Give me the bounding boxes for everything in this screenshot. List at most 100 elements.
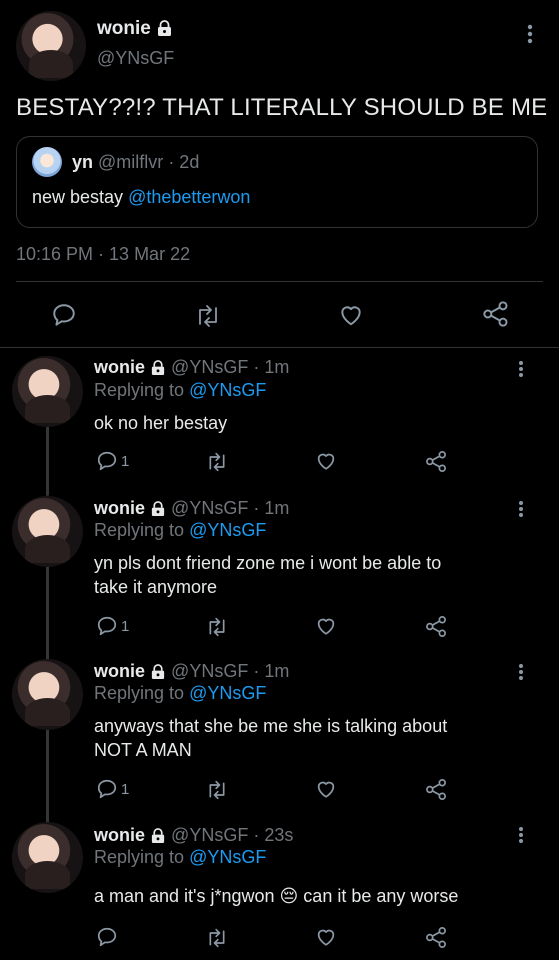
reply-text: a man and it's j*ngwon 😔 can it be any w…: [94, 884, 458, 908]
reply-like-button[interactable]: [315, 450, 337, 472]
reply-display-name[interactable]: wonie: [94, 357, 145, 377]
share-icon: [482, 300, 510, 328]
quote-text-prefix: new bestay: [32, 187, 124, 207]
more-icon[interactable]: [518, 663, 524, 681]
reply-reply-button[interactable]: [96, 926, 121, 948]
reply-display-name[interactable]: wonie: [94, 498, 145, 518]
reply-text-line: yn pls dont friend zone me i wont be abl…: [94, 553, 442, 573]
reply-avatar[interactable]: [12, 659, 83, 730]
replying-to-link[interactable]: @YNsGF: [189, 380, 266, 400]
reply-handle[interactable]: @YNsGF: [171, 825, 248, 845]
replying-to-label: Replying to: [94, 520, 185, 540]
quote-author-line: yn @milflvr · 2d: [72, 152, 199, 173]
main-timestamp[interactable]: 10:16 PM · 13 Mar 22: [16, 244, 190, 265]
heart-icon: [338, 302, 364, 328]
share-icon: [425, 926, 448, 949]
reply-reply-button[interactable]: 1: [96, 778, 129, 800]
lock-icon: [150, 664, 166, 685]
reply-share-button[interactable]: [425, 926, 448, 949]
quote-age: · 2d: [168, 152, 200, 172]
reply-handle[interactable]: @YNsGF: [171, 357, 248, 377]
main-tweet-text: BESTAY??!? THAT LITERALLY SHOULD BE ME: [16, 94, 548, 121]
more-icon[interactable]: [527, 24, 533, 44]
heart-icon: [315, 926, 337, 948]
reply-reply-button[interactable]: 1: [96, 450, 129, 472]
replying-to-link[interactable]: @YNsGF: [189, 520, 266, 540]
replying-to-link[interactable]: @YNsGF: [189, 847, 266, 867]
heart-icon: [315, 778, 337, 800]
reply-text-line: anyways that she be me she is talking ab…: [94, 716, 448, 736]
main-reply-button[interactable]: [51, 302, 77, 328]
lock-icon: [150, 828, 166, 849]
reply-display-name[interactable]: wonie: [94, 661, 145, 681]
share-icon: [425, 450, 448, 473]
share-icon: [425, 615, 448, 638]
reply-retweet-button[interactable]: [205, 780, 229, 800]
reply-icon: [96, 450, 118, 472]
reply-count: 1: [121, 452, 130, 470]
more-icon[interactable]: [518, 826, 524, 844]
reply-retweet-button[interactable]: [205, 452, 229, 472]
reply-age: · 1m: [253, 498, 290, 518]
reply-context: Replying to @YNsGF: [94, 683, 266, 704]
heart-icon: [315, 615, 337, 637]
reply-age: · 1m: [253, 357, 290, 377]
lock-icon: [150, 360, 166, 381]
reply-context: Replying to @YNsGF: [94, 520, 266, 541]
quote-handle[interactable]: @milflvr: [98, 152, 163, 172]
reply-author-line: wonie @YNsGF · 1m: [94, 498, 289, 522]
thread-line: [46, 424, 49, 496]
quote-mention-link[interactable]: @thebetterwon: [128, 187, 250, 207]
reply-like-button[interactable]: [315, 778, 337, 800]
reply-share-button[interactable]: [425, 778, 448, 801]
quote-display-name[interactable]: yn: [72, 152, 93, 172]
reply-retweet-button[interactable]: [205, 617, 229, 637]
quote-tweet-card[interactable]: [16, 136, 538, 228]
main-retweet-button[interactable]: [194, 304, 222, 328]
retweet-icon: [194, 304, 222, 328]
main-share-button[interactable]: [482, 300, 510, 328]
main-display-name[interactable]: wonie: [97, 18, 151, 39]
more-icon[interactable]: [518, 360, 524, 378]
reply-like-button[interactable]: [315, 615, 337, 637]
reply-handle[interactable]: @YNsGF: [171, 498, 248, 518]
main-like-button[interactable]: [338, 302, 364, 328]
retweet-icon: [205, 780, 229, 800]
reply-icon: [96, 615, 118, 637]
reply-text-line: take it anymore: [94, 577, 218, 597]
reply-avatar[interactable]: [12, 356, 83, 427]
reply-author-line: wonie @YNsGF · 1m: [94, 357, 289, 381]
thread-line: [46, 566, 49, 662]
retweet-icon: [205, 928, 229, 948]
reply-retweet-button[interactable]: [205, 928, 229, 948]
quote-avatar[interactable]: [32, 147, 62, 177]
reply-context: Replying to @YNsGF: [94, 847, 266, 868]
thread-line: [46, 728, 49, 824]
divider: [0, 347, 559, 348]
replying-to-link[interactable]: @YNsGF: [189, 683, 266, 703]
reply-text: yn pls dont friend zone me i wont be abl…: [94, 551, 441, 599]
quote-text: new bestay @thebetterwon: [32, 187, 250, 208]
reply-author-line: wonie @YNsGF · 1m: [94, 661, 289, 685]
reply-avatar[interactable]: [12, 822, 83, 893]
reply-like-button[interactable]: [315, 926, 337, 948]
reply-share-button[interactable]: [425, 450, 448, 473]
reply-reply-button[interactable]: 1: [96, 615, 129, 637]
replying-to-label: Replying to: [94, 683, 185, 703]
main-handle[interactable]: @YNsGF: [97, 48, 174, 69]
reply-icon: [96, 778, 118, 800]
reply-avatar[interactable]: [12, 496, 83, 567]
reply-text-line: ok no her bestay: [94, 413, 228, 433]
reply-text-line: a man and it's j*ngwon 😔 can it be any w…: [94, 886, 459, 906]
reply-text: anyways that she be me she is talking ab…: [94, 714, 447, 762]
reply-handle[interactable]: @YNsGF: [171, 661, 248, 681]
reply-share-button[interactable]: [425, 615, 448, 638]
more-icon[interactable]: [518, 500, 524, 518]
reply-text: ok no her bestay: [94, 411, 227, 435]
main-avatar[interactable]: [16, 11, 86, 81]
reply-context: Replying to @YNsGF: [94, 380, 266, 401]
reply-author-line: wonie @YNsGF · 23s: [94, 825, 293, 849]
lock-icon: [156, 20, 173, 43]
replying-to-label: Replying to: [94, 847, 185, 867]
reply-display-name[interactable]: wonie: [94, 825, 145, 845]
